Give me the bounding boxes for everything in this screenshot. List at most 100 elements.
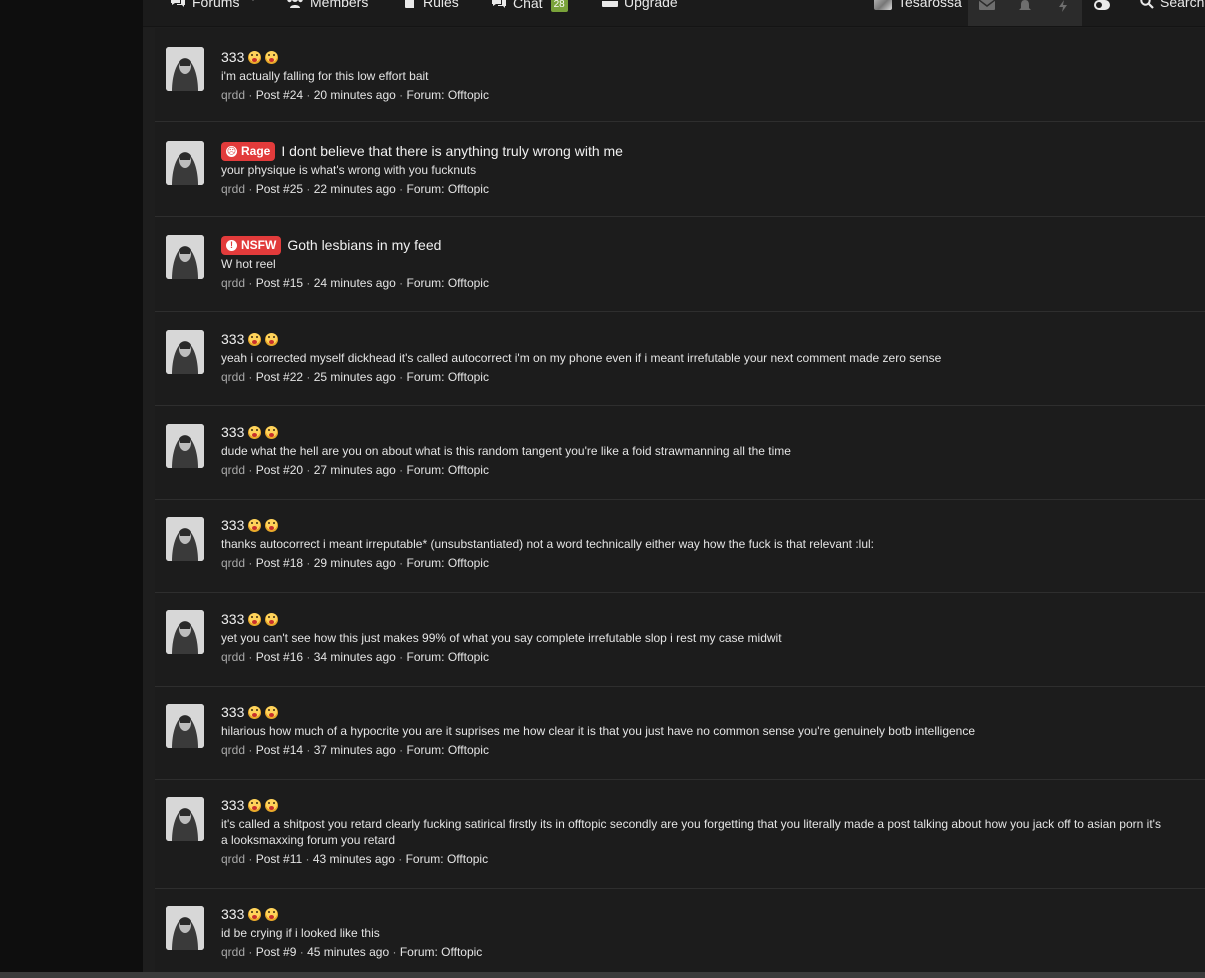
nav-upgrade[interactable]: Upgrade: [602, 0, 678, 10]
title-text: 333: [221, 517, 245, 533]
nav-user-account[interactable]: Tesarossa: [874, 0, 962, 10]
result-row[interactable]: ! NSFW Goth lesbians in my feed W hot re…: [155, 217, 1205, 312]
thread-title[interactable]: 333: [221, 329, 1165, 349]
caret-down-icon: [252, 0, 254, 1]
nav-forums[interactable]: Forums: [170, 0, 239, 10]
result-row[interactable]: 333 yeah i corrected myself dickhead it'…: [155, 312, 1205, 406]
author-link[interactable]: qrdd: [221, 556, 245, 570]
bolt-icon: [1059, 0, 1067, 12]
user-avatar[interactable]: [166, 424, 204, 468]
forum-link[interactable]: Offtopic: [441, 945, 482, 959]
author-link[interactable]: qrdd: [221, 743, 245, 757]
result-row[interactable]: 333 hilarious how much of a hypocrite yo…: [155, 687, 1205, 780]
title-text: 333: [221, 424, 245, 440]
author-link[interactable]: qrdd: [221, 852, 245, 866]
nav-rules[interactable]: Rules: [403, 0, 459, 10]
author-link[interactable]: qrdd: [221, 88, 245, 102]
astonished-face-emoji-icon: [265, 518, 279, 532]
post-number-link[interactable]: Post #14: [256, 743, 303, 757]
forum-link[interactable]: Offtopic: [448, 276, 489, 290]
nav-upgrade-label: Upgrade: [624, 0, 678, 10]
nav-chat[interactable]: Chat 28: [491, 0, 568, 12]
user-avatar[interactable]: [166, 797, 204, 841]
post-number-link[interactable]: Post #22: [256, 370, 303, 384]
nav-whats-new[interactable]: [1044, 0, 1082, 26]
forum-link[interactable]: Offtopic: [448, 743, 489, 757]
thread-title[interactable]: 333: [221, 515, 1165, 535]
forum-link[interactable]: Offtopic: [448, 88, 489, 102]
forum-link[interactable]: Offtopic: [448, 556, 489, 570]
comments-icon: [171, 0, 185, 7]
nav-search[interactable]: Search: [1140, 0, 1204, 10]
nav-style-toggle[interactable]: [1083, 0, 1121, 26]
thread-title[interactable]: 333: [221, 702, 1165, 722]
post-time: 34 minutes ago: [313, 650, 396, 664]
post-number-link[interactable]: Post #11: [256, 852, 302, 866]
forum-link[interactable]: Offtopic: [448, 463, 489, 477]
user-avatar[interactable]: [166, 610, 204, 654]
post-time: 27 minutes ago: [313, 463, 396, 477]
result-row[interactable]: ☹ Rage I dont believe that there is anyt…: [155, 122, 1205, 217]
user-avatar[interactable]: [166, 235, 204, 279]
astonished-face-emoji-icon: [265, 50, 279, 64]
forum-link[interactable]: Offtopic: [448, 182, 489, 196]
post-number-link[interactable]: Post #16: [256, 650, 303, 664]
forums-dropdown-toggle[interactable]: [248, 0, 258, 2]
user-avatar[interactable]: [166, 330, 204, 374]
top-navbar: Forums Members Rules Chat 28 Upgrade Tes…: [143, 0, 1205, 27]
post-time: 24 minutes ago: [313, 276, 396, 290]
post-snippet: W hot reel: [221, 257, 276, 271]
post-number-link[interactable]: Post #20: [256, 463, 303, 477]
result-row[interactable]: 333 thanks autocorrect i meant irreputab…: [155, 500, 1205, 593]
result-row[interactable]: 333 it's called a shitpost you retard cl…: [155, 780, 1205, 889]
result-row[interactable]: 333 yet you can't see how this just make…: [155, 593, 1205, 687]
forum-link[interactable]: Offtopic: [447, 852, 488, 866]
nsfw-prefix-badge[interactable]: ! NSFW: [221, 235, 282, 255]
author-link[interactable]: qrdd: [221, 945, 245, 959]
nav-search-label: Search: [1160, 0, 1205, 10]
user-avatar[interactable]: [166, 47, 204, 91]
chat-bubbles-icon: [492, 0, 506, 8]
thread-title[interactable]: 333: [221, 609, 1165, 629]
left-gutter: [0, 0, 143, 978]
thread-title[interactable]: 333: [221, 422, 1165, 442]
author-link[interactable]: qrdd: [221, 182, 245, 196]
post-number-link[interactable]: Post #9: [256, 945, 297, 959]
result-row[interactable]: 333 dude what the hell are you on about …: [155, 406, 1205, 500]
author-link[interactable]: qrdd: [221, 276, 245, 290]
nav-alerts[interactable]: [1006, 0, 1044, 26]
user-avatar[interactable]: [166, 141, 204, 185]
post-number-link[interactable]: Post #18: [256, 556, 303, 570]
user-avatar[interactable]: [166, 704, 204, 748]
horizontal-scrollbar[interactable]: [0, 972, 1205, 978]
forum-link[interactable]: Offtopic: [448, 370, 489, 384]
user-avatar[interactable]: [166, 906, 204, 950]
post-meta: qrdd · Post #11 · 43 minutes ago · Forum…: [221, 852, 489, 866]
user-avatar[interactable]: [166, 517, 204, 561]
post-number-link[interactable]: Post #25: [256, 182, 303, 196]
thread-title[interactable]: 333: [221, 795, 1165, 815]
post-meta: qrdd · Post #25 · 22 minutes ago · Forum…: [221, 182, 489, 196]
result-row[interactable]: 333 i'm actually falling for this low ef…: [155, 28, 1205, 122]
thread-title[interactable]: ☹ Rage I dont believe that there is anyt…: [221, 141, 1165, 161]
post-number-link[interactable]: Post #24: [256, 88, 303, 102]
nav-members[interactable]: Members: [286, 0, 368, 10]
result-row[interactable]: 333 id be crying if i looked like this q…: [155, 889, 1205, 978]
title-text: 333: [221, 906, 245, 922]
thread-title[interactable]: 333: [221, 904, 1165, 924]
forum-link[interactable]: Offtopic: [448, 650, 489, 664]
rage-prefix-badge[interactable]: ☹ Rage: [221, 141, 276, 161]
main-panel: Forums Members Rules Chat 28 Upgrade Tes…: [143, 0, 1205, 978]
astonished-face-emoji-icon: [265, 907, 279, 921]
avatar-portrait-image: [166, 141, 204, 185]
nav-inbox[interactable]: [968, 0, 1006, 26]
post-number-link[interactable]: Post #15: [256, 276, 303, 290]
author-link[interactable]: qrdd: [221, 463, 245, 477]
astonished-face-emoji-icon: [248, 798, 262, 812]
author-link[interactable]: qrdd: [221, 650, 245, 664]
nav-rules-label: Rules: [423, 0, 459, 10]
thread-title[interactable]: 333: [221, 47, 1165, 67]
author-link[interactable]: qrdd: [221, 370, 245, 384]
thread-title[interactable]: ! NSFW Goth lesbians in my feed: [221, 235, 1165, 255]
post-meta: qrdd · Post #16 · 34 minutes ago · Forum…: [221, 650, 489, 664]
